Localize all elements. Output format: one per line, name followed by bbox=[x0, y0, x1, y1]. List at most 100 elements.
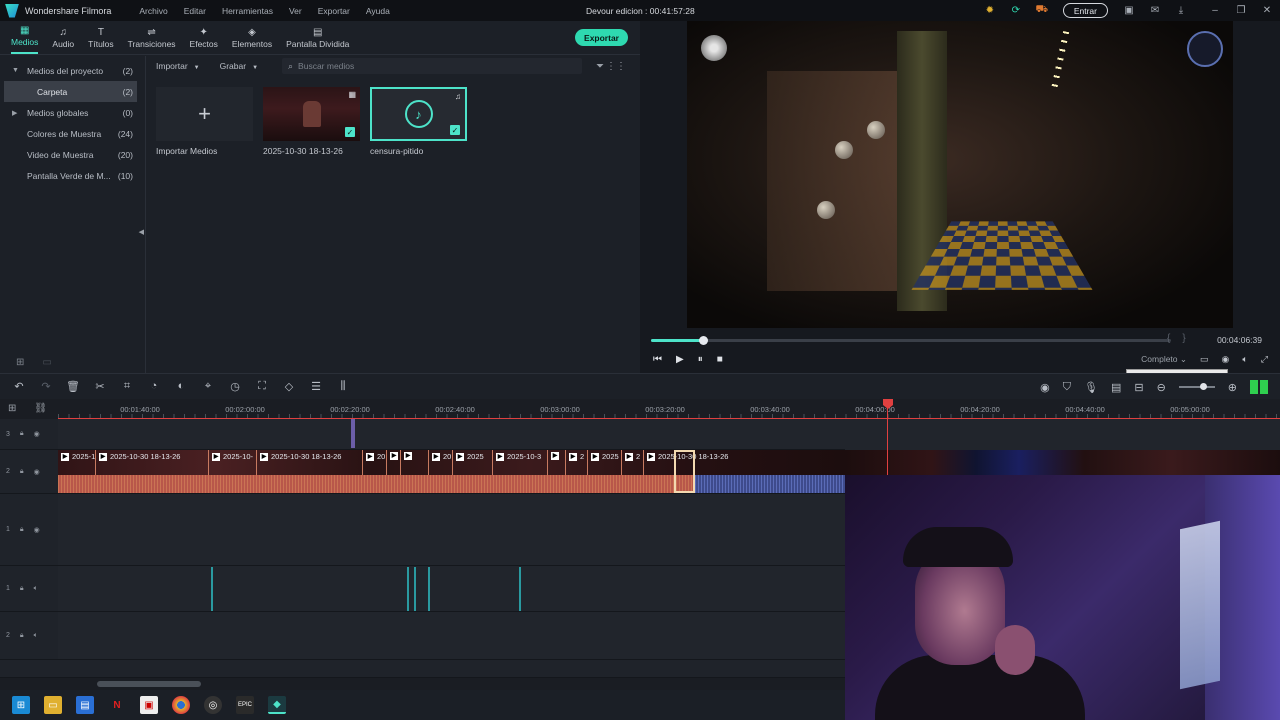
lock-icon[interactable]: 🔒︎ bbox=[20, 468, 24, 476]
filmora-taskbar-icon[interactable]: ◆ bbox=[268, 696, 286, 714]
audio-marker[interactable] bbox=[519, 567, 521, 611]
video-preview[interactable] bbox=[687, 21, 1233, 328]
speaker-icon[interactable]: 🔈︎ bbox=[34, 585, 38, 593]
playback-quality-dropdown[interactable]: Completo ⌄ bbox=[1141, 354, 1187, 365]
cart-icon[interactable]: ⛟ bbox=[1035, 4, 1049, 18]
pause-icon[interactable]: ⏸ bbox=[698, 354, 703, 365]
video-clip[interactable]: ▶ 2025 bbox=[453, 450, 493, 475]
video-clip[interactable]: ▶ bbox=[387, 450, 401, 475]
windows-start-icon[interactable]: ⊞ bbox=[12, 696, 30, 714]
sidebar-item-pantalla-verde[interactable]: Pantalla Verde de M... (10) bbox=[0, 165, 145, 186]
media-item-video[interactable]: ▦ ✓ 2025-10-30 18-13-26 bbox=[263, 87, 360, 156]
filter-icon[interactable]: ⏷ bbox=[596, 61, 604, 72]
lock-icon[interactable]: 🔒︎ bbox=[20, 430, 24, 438]
video-clip-strip[interactable]: ▶ 2025-1 ▶ 2025-10-30 18-13-26 ▶ 2025-10- ▶… bbox=[58, 450, 845, 494]
sidebar-item-carpeta[interactable]: Carpeta (2) bbox=[4, 81, 137, 102]
grid-view-icon[interactable]: ⋮⋮ bbox=[606, 61, 626, 72]
crop-icon[interactable]: ⌗ bbox=[120, 380, 134, 393]
video-clip[interactable]: ▶ 2025-10-30 18-13-26 bbox=[96, 450, 209, 475]
eye-icon[interactable]: ◉ bbox=[34, 526, 40, 534]
sidebar-item-medios-globales[interactable]: ▶ Medios globales (0) bbox=[0, 102, 145, 123]
play-icon[interactable]: ▶ bbox=[676, 354, 684, 365]
stop-icon[interactable]: ■ bbox=[717, 354, 723, 365]
app-icon[interactable]: ▣ bbox=[140, 696, 158, 714]
keyframe-icon[interactable]: ◇ bbox=[282, 380, 296, 393]
tab-titulos[interactable]: T Títulos bbox=[88, 27, 114, 54]
restore-icon[interactable]: ❐ bbox=[1234, 4, 1248, 18]
track-body[interactable] bbox=[58, 494, 845, 565]
selected-clip-outline[interactable] bbox=[674, 450, 695, 493]
lock-icon[interactable]: 🔒︎ bbox=[20, 526, 24, 534]
import-dropdown[interactable]: Importar ▼ bbox=[156, 61, 200, 71]
tab-transiciones[interactable]: ⇌ Transiciones bbox=[128, 27, 176, 54]
search-input[interactable]: ⌕ Buscar medios bbox=[282, 58, 582, 74]
render-icon[interactable]: ◉ bbox=[1040, 381, 1050, 394]
cut-icon[interactable]: ✂ bbox=[93, 380, 107, 393]
menu-editar[interactable]: Editar bbox=[176, 6, 214, 16]
zoom-out-icon[interactable]: ⊖ bbox=[1157, 381, 1166, 394]
display-icon[interactable]: ▭ bbox=[1200, 354, 1209, 365]
playback-scrubber[interactable] bbox=[651, 336, 1171, 345]
track-video-3-extension[interactable] bbox=[845, 419, 1280, 450]
close-icon[interactable]: ✕ bbox=[1260, 4, 1274, 18]
voiceover-icon[interactable]: ▤ bbox=[1111, 381, 1121, 394]
video-clip[interactable]: ▶ 2025-1 bbox=[58, 450, 96, 475]
audio-thumbnail[interactable]: ♪ ♫ ✓ bbox=[370, 87, 467, 141]
zoom-slider[interactable] bbox=[1178, 383, 1215, 390]
video-clip[interactable]: ▶ 2 bbox=[622, 450, 644, 475]
tab-elementos[interactable]: ◈ Elementos bbox=[232, 27, 272, 54]
netflix-icon[interactable]: N bbox=[108, 696, 126, 714]
adjust-icon[interactable]: ☰ bbox=[309, 380, 323, 393]
marker-clip[interactable] bbox=[351, 419, 355, 448]
media-item-audio[interactable]: ♪ ♫ ✓ censura-pitido bbox=[370, 87, 467, 156]
mic-icon[interactable]: 🎙︎ bbox=[1084, 381, 1098, 394]
fit-icon[interactable]: ⛶ bbox=[255, 380, 269, 393]
audio-marker[interactable] bbox=[407, 567, 409, 611]
minimize-icon[interactable]: – bbox=[1208, 4, 1222, 18]
save-icon[interactable]: ▣ bbox=[1122, 4, 1136, 18]
video-clip[interactable]: ▶ 2 bbox=[566, 450, 588, 475]
marker-icon[interactable]: ⛉ bbox=[1063, 381, 1071, 394]
store-icon[interactable]: ▤ bbox=[76, 696, 94, 714]
video-clip-strip-extension[interactable] bbox=[845, 450, 1280, 475]
tab-pantalla-dividida[interactable]: ▤ Pantalla Dividida bbox=[286, 27, 349, 54]
import-media-card[interactable]: + Importar Medios bbox=[156, 87, 253, 156]
lock-icon[interactable]: 🔒︎ bbox=[20, 632, 24, 640]
track-body[interactable] bbox=[58, 566, 845, 611]
video-clip[interactable]: ▶ 2025-10-30 18-13-26 bbox=[644, 450, 804, 475]
speed-icon[interactable]: ◔ bbox=[147, 380, 161, 393]
color-icon[interactable]: ◐ bbox=[174, 380, 188, 393]
mail-icon[interactable]: ✉ bbox=[1148, 4, 1162, 18]
menu-herramientas[interactable]: Herramientas bbox=[214, 6, 281, 16]
delete-icon[interactable]: 🗑︎ bbox=[66, 380, 80, 393]
link-icon[interactable]: ⛓︎ bbox=[34, 403, 47, 414]
file-explorer-icon[interactable]: ▭ bbox=[44, 696, 62, 714]
redo-icon[interactable]: ↷ bbox=[39, 380, 53, 393]
scrubber-handle[interactable] bbox=[699, 336, 708, 345]
video-thumbnail[interactable]: ▦ ✓ bbox=[263, 87, 360, 141]
export-button[interactable]: Exportar bbox=[575, 29, 628, 46]
video-clip[interactable]: ▶ 20 bbox=[363, 450, 387, 475]
video-clip[interactable]: ▶ 2025-10- bbox=[209, 450, 257, 475]
tab-efectos[interactable]: ✦ Efectos bbox=[190, 27, 218, 54]
undo-icon[interactable]: ↶ bbox=[12, 380, 26, 393]
steam-icon[interactable]: ◎ bbox=[204, 696, 222, 714]
download-icon[interactable]: ⤓ bbox=[1174, 4, 1188, 18]
sidebar-item-video-muestra[interactable]: Video de Muestra (20) bbox=[0, 144, 145, 165]
zoom-in-icon[interactable]: ⊕ bbox=[1228, 381, 1237, 394]
scrollbar-thumb[interactable] bbox=[97, 681, 201, 687]
audio-marker[interactable] bbox=[414, 567, 416, 611]
collapse-sidebar-icon[interactable]: ◀ bbox=[139, 228, 144, 236]
menu-exportar[interactable]: Exportar bbox=[310, 6, 358, 16]
video-clip[interactable]: ▶ bbox=[401, 450, 429, 475]
epic-games-icon[interactable]: EPIC bbox=[236, 696, 254, 714]
timeline-scrollbar[interactable] bbox=[0, 678, 845, 690]
stabilize-icon[interactable]: ⌖ bbox=[201, 380, 215, 393]
menu-ver[interactable]: Ver bbox=[281, 6, 310, 16]
video-clip[interactable]: ▶ 2025-10-3 bbox=[493, 450, 548, 475]
login-button[interactable]: Entrar bbox=[1062, 3, 1108, 18]
new-folder-icon[interactable]: ⊞ bbox=[16, 357, 24, 368]
audio-marker[interactable] bbox=[428, 567, 430, 611]
mark-in-out-icons[interactable]: {} bbox=[1167, 333, 1198, 344]
duration-icon[interactable]: ◷ bbox=[228, 380, 242, 393]
